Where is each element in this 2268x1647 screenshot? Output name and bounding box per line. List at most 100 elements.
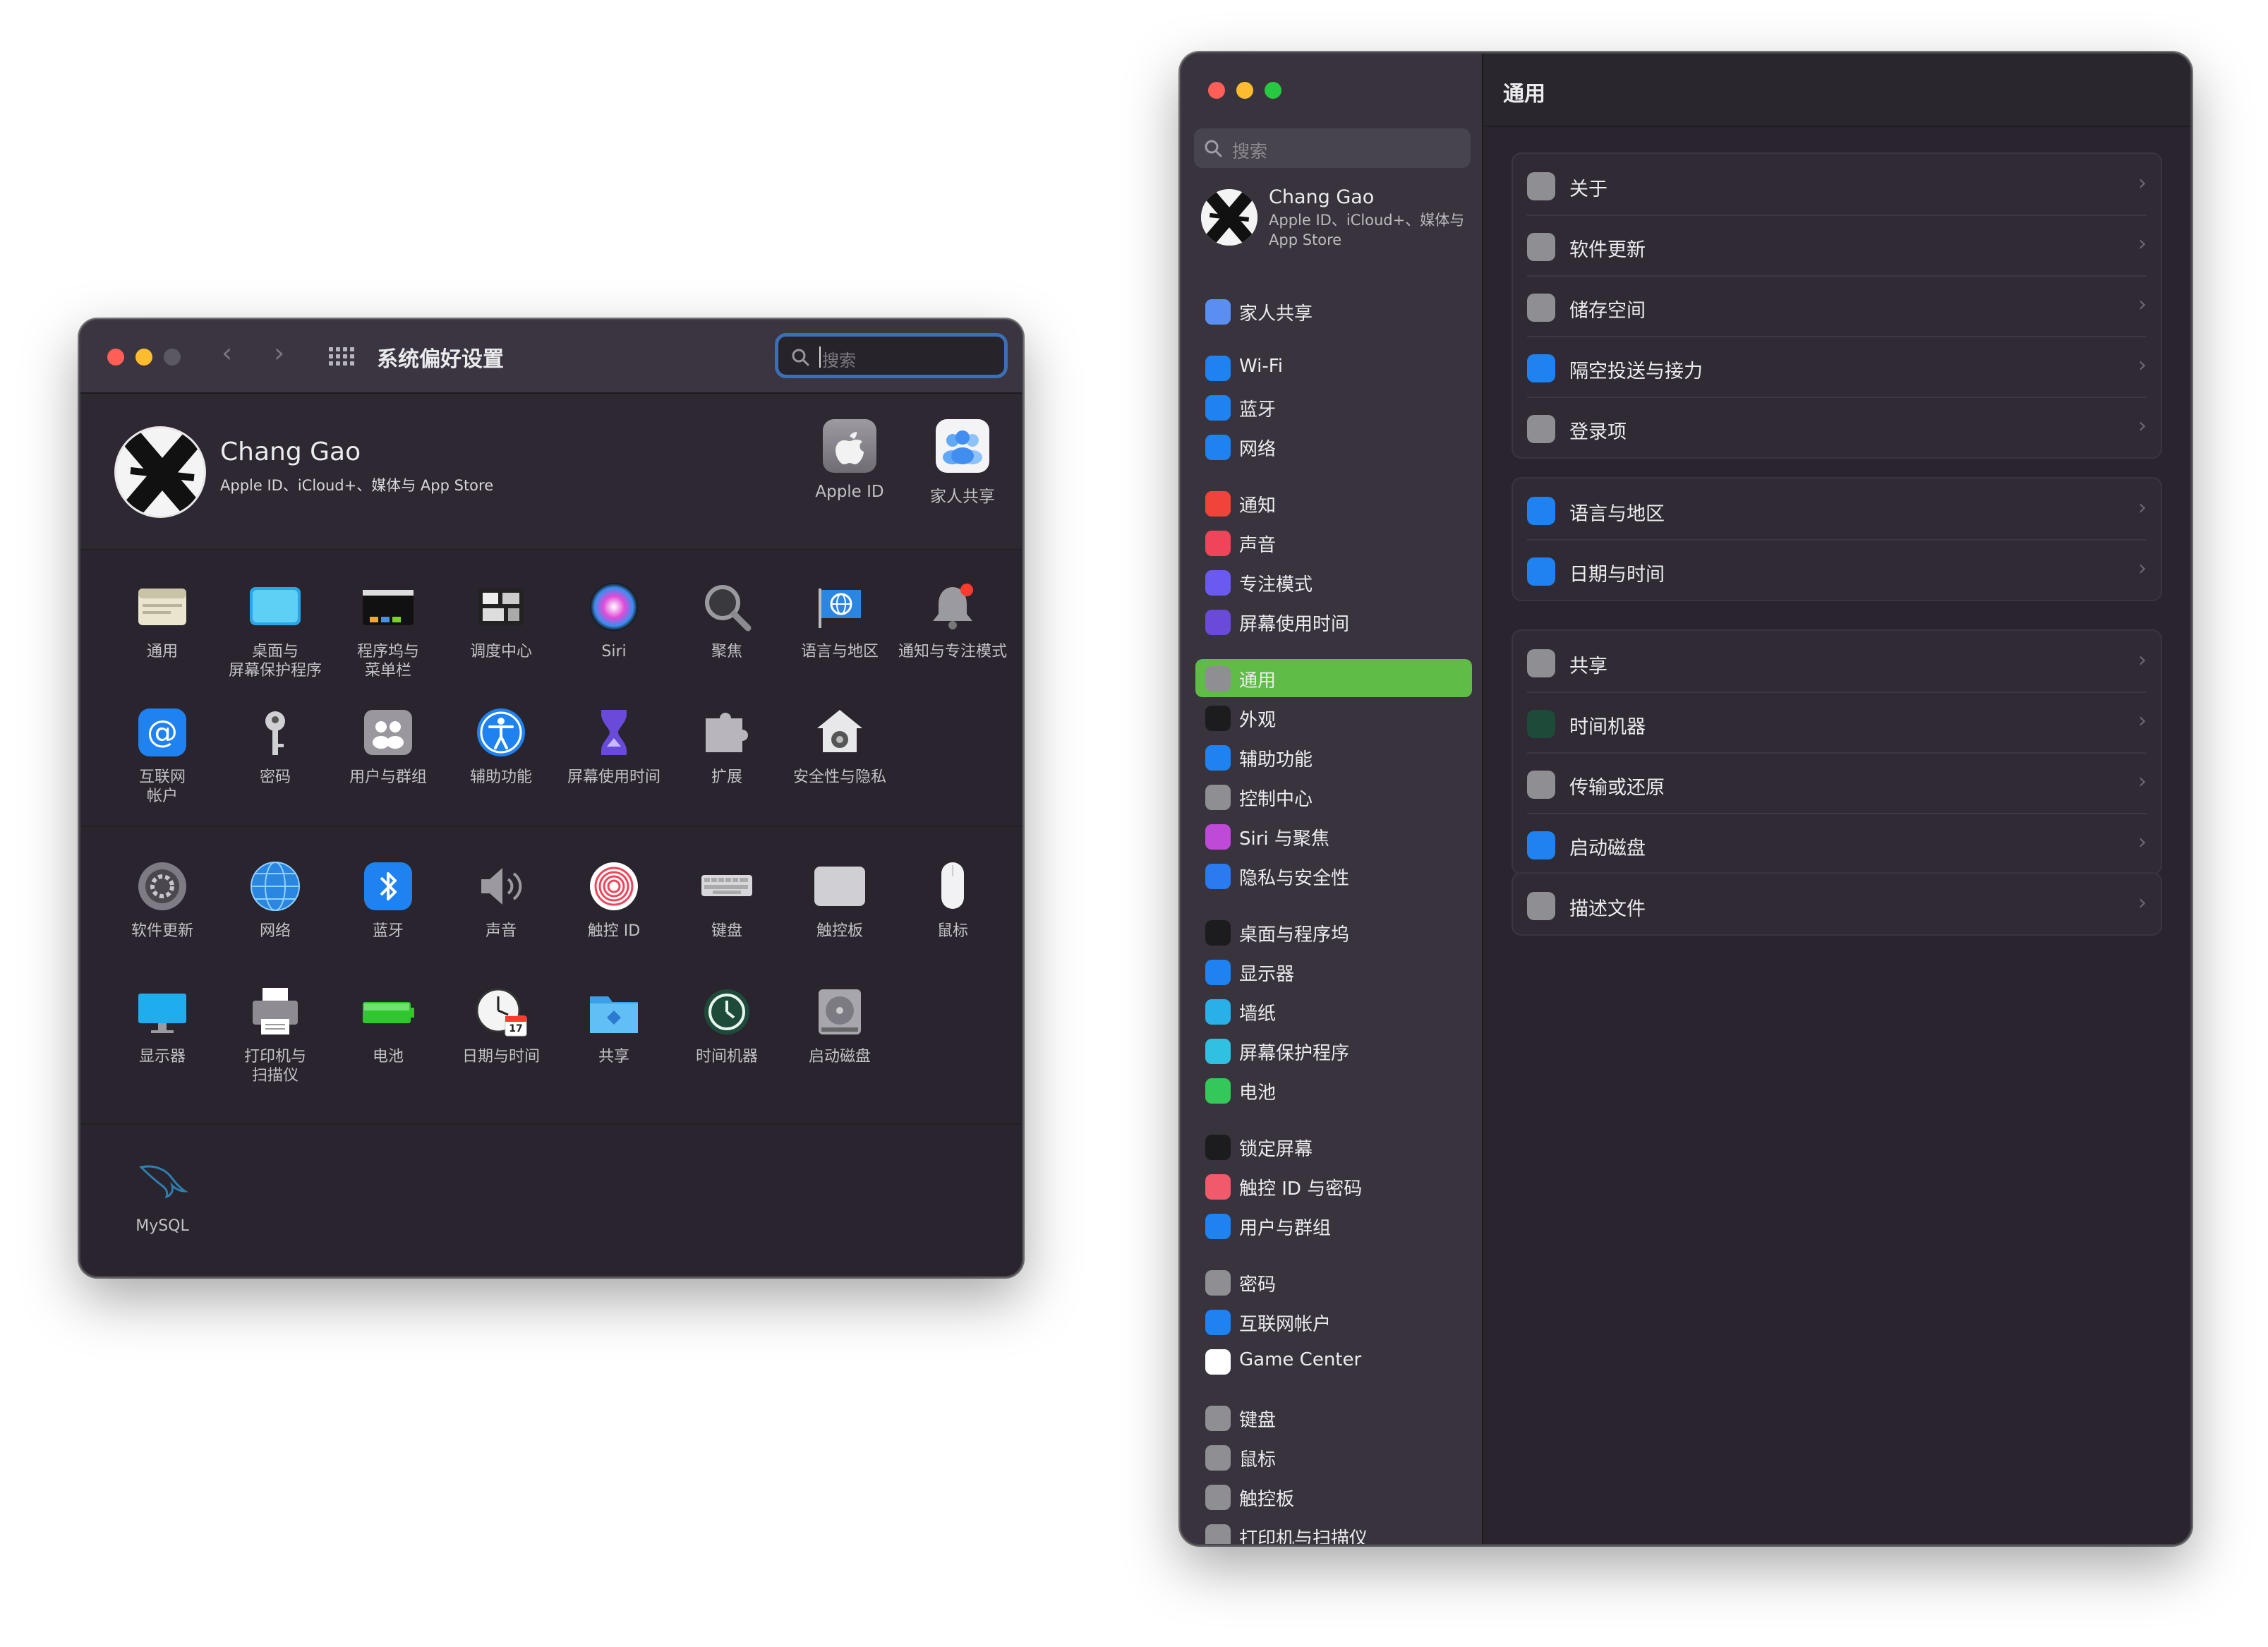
pane-mouse[interactable]: 鼠标: [895, 858, 1011, 941]
pane-screen-time[interactable]: 屏幕使用时间: [556, 704, 672, 787]
pane-security-privacy[interactable]: 安全性与隐私: [782, 704, 898, 787]
sidebar-item[interactable]: 鼠标: [1195, 1438, 1472, 1476]
settings-row-label: 软件更新: [1569, 239, 1646, 261]
sidebar-item[interactable]: 触控 ID 与密码: [1195, 1167, 1472, 1205]
pane-software-update[interactable]: 软件更新: [104, 858, 220, 941]
forward-chevron-icon[interactable]: ›: [274, 337, 284, 368]
chevron-right-icon: ›: [2138, 891, 2147, 915]
storage-icon: [1527, 294, 1555, 322]
settings-row[interactable]: 启动磁盘 ›: [1513, 814, 2161, 875]
pane-printers-scanners[interactable]: 打印机与 扫描仪: [217, 984, 333, 1085]
sidebar-item[interactable]: 打印机与扫描仪: [1195, 1517, 1472, 1544]
pane-language-region[interactable]: 语言与地区: [782, 579, 898, 661]
show-all-grid-icon[interactable]: [329, 347, 356, 367]
back-chevron-icon[interactable]: ‹: [222, 337, 232, 368]
sidebar-item[interactable]: 隐私与安全性: [1195, 857, 1472, 895]
sidebar-item[interactable]: 外观: [1195, 699, 1472, 737]
sidebar-item[interactable]: 用户与群组: [1195, 1207, 1472, 1245]
pane-battery[interactable]: 电池: [330, 984, 446, 1066]
sidebar-item[interactable]: 互联网帐户: [1195, 1303, 1472, 1341]
settings-row[interactable]: 储存空间 ›: [1513, 277, 2161, 337]
close-button[interactable]: [1208, 82, 1225, 99]
settings-row[interactable]: 隔空投送与接力 ›: [1513, 337, 2161, 398]
sidebar-item[interactable]: Siri 与聚焦: [1195, 817, 1472, 855]
sidebar-item[interactable]: 电池: [1195, 1071, 1472, 1109]
pane-internet-accounts[interactable]: @ 互联网 帐户: [104, 704, 220, 806]
pane-notifications-focus[interactable]: 通知与专注模式: [895, 579, 1011, 661]
sidebar-item[interactable]: 辅助功能: [1195, 738, 1472, 776]
minimize-button[interactable]: [1236, 82, 1253, 99]
pane-label: 软件更新: [131, 922, 193, 940]
settings-row[interactable]: 共享 ›: [1513, 632, 2161, 693]
sidebar-item[interactable]: 通知: [1195, 484, 1472, 522]
apple-id-pane[interactable]: Apple ID: [800, 419, 899, 501]
sidebar-item[interactable]: Game Center: [1195, 1342, 1472, 1380]
sidebar-item[interactable]: 键盘: [1195, 1399, 1472, 1437]
search-field[interactable]: 搜索: [1194, 128, 1471, 168]
sidebar-item[interactable]: 蓝牙: [1195, 388, 1472, 426]
sidebar-item[interactable]: 家人共享: [1195, 292, 1472, 330]
settings-row[interactable]: 时间机器 ›: [1513, 693, 2161, 754]
privacy-security-icon: [1205, 864, 1231, 889]
sidebar-item[interactable]: 显示器: [1195, 953, 1472, 991]
chevron-right-icon: ›: [2138, 708, 2147, 733]
sidebar-item[interactable]: 屏幕使用时间: [1195, 603, 1472, 641]
pane-dock-menubar[interactable]: 程序坞与 菜单栏: [330, 579, 446, 680]
sidebar-item[interactable]: 触控板: [1195, 1478, 1472, 1516]
sidebar-item[interactable]: 控制中心: [1195, 778, 1472, 816]
zoom-button[interactable]: [164, 349, 181, 366]
sidebar-item[interactable]: 锁定屏幕: [1195, 1128, 1472, 1166]
pane-time-machine[interactable]: 时间机器: [669, 984, 785, 1066]
user-header[interactable]: Chang Gao Apple ID、iCloud+、媒体与 App Store…: [80, 394, 1022, 550]
pane-sound[interactable]: 声音: [443, 858, 559, 941]
settings-row[interactable]: 关于 ›: [1513, 155, 2161, 216]
pane-bluetooth[interactable]: 蓝牙: [330, 858, 446, 941]
sidebar-item[interactable]: Wi-Fi: [1195, 349, 1472, 387]
sidebar-item-label: 控制中心: [1239, 789, 1313, 810]
minimize-button[interactable]: [135, 349, 152, 366]
avatar[interactable]: [1201, 189, 1257, 246]
zoom-button[interactable]: [1265, 82, 1281, 99]
sidebar-item[interactable]: 屏幕保护程序: [1195, 1032, 1472, 1070]
settings-row[interactable]: 登录项 ›: [1513, 398, 2161, 459]
avatar[interactable]: [114, 426, 206, 518]
search-field[interactable]: 搜索: [775, 333, 1008, 378]
settings-row[interactable]: 传输或还原 ›: [1513, 754, 2161, 814]
sidebar-item[interactable]: 声音: [1195, 524, 1472, 562]
pane-mission-control[interactable]: 调度中心: [443, 579, 559, 661]
sidebar-item[interactable]: 专注模式: [1195, 563, 1472, 601]
pane-users-groups[interactable]: 用户与群组: [330, 704, 446, 787]
close-button[interactable]: [107, 349, 124, 366]
settings-row[interactable]: 语言与地区 ›: [1513, 480, 2161, 541]
pane-mysql[interactable]: MySQL: [104, 1153, 220, 1236]
sidebar-item[interactable]: 通用: [1195, 659, 1472, 697]
pane-desktop-screensaver[interactable]: 桌面与 屏幕保护程序: [217, 579, 333, 680]
pane-siri[interactable]: Siri: [556, 579, 672, 661]
pane-touch-id[interactable]: 触控 ID: [556, 858, 672, 941]
sidebar: 搜索 Chang Gao Apple ID、iCloud+、媒体与 App St…: [1181, 54, 1483, 1544]
pane-extensions[interactable]: 扩展: [669, 704, 785, 787]
sidebar-item[interactable]: 网络: [1195, 428, 1472, 466]
sidebar-item[interactable]: 桌面与程序坞: [1195, 913, 1472, 951]
family-sharing-pane[interactable]: 家人共享: [913, 419, 1012, 507]
settings-row[interactable]: 日期与时间 ›: [1513, 541, 2161, 601]
pane-general[interactable]: 通用: [104, 579, 220, 661]
sidebar-item[interactable]: 密码: [1195, 1263, 1472, 1301]
pane-network[interactable]: 网络: [217, 858, 333, 941]
pane-displays[interactable]: 显示器: [104, 984, 220, 1066]
pane-keyboard[interactable]: 键盘: [669, 858, 785, 941]
pane-trackpad[interactable]: 触控板: [782, 858, 898, 941]
settings-row[interactable]: 软件更新 ›: [1513, 216, 2161, 277]
sidebar-item[interactable]: 墙纸: [1195, 992, 1472, 1030]
bluetooth-icon: [360, 858, 416, 915]
sound-icon: [1205, 531, 1231, 556]
pane-accessibility[interactable]: 辅助功能: [443, 704, 559, 787]
pane-passwords[interactable]: 密码: [217, 704, 333, 787]
sharing-icon: [586, 984, 642, 1040]
pane-startup-disk[interactable]: 启动磁盘: [782, 984, 898, 1066]
user-name[interactable]: Chang Gao: [1269, 186, 1374, 208]
settings-row[interactable]: 描述文件 ›: [1513, 875, 2161, 936]
pane-spotlight[interactable]: 聚焦: [669, 579, 785, 661]
pane-sharing[interactable]: 共享: [556, 984, 672, 1066]
pane-date-time[interactable]: 17 日期与时间: [443, 984, 559, 1066]
